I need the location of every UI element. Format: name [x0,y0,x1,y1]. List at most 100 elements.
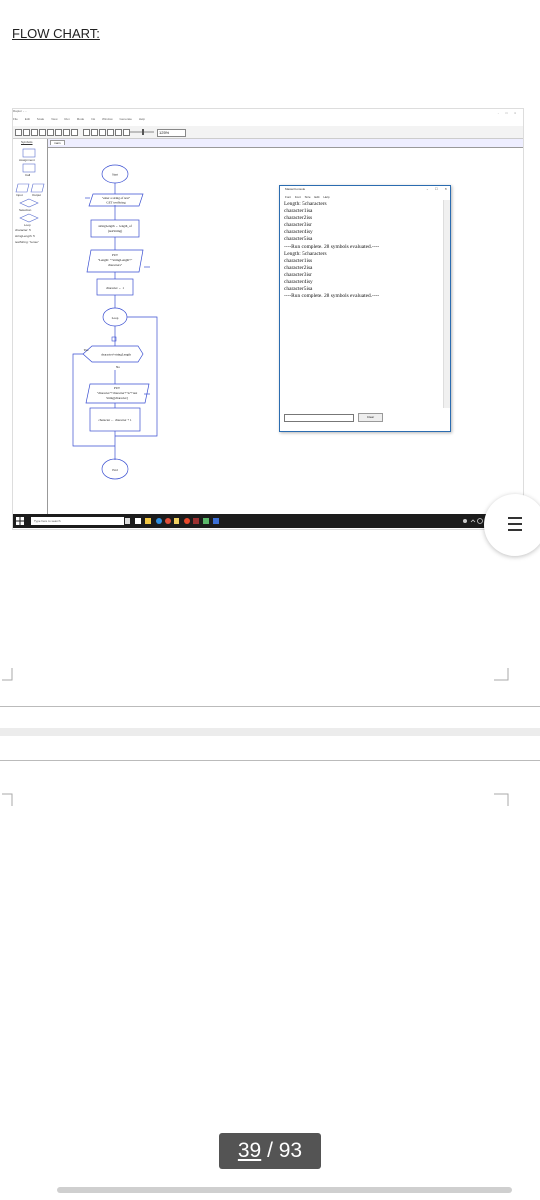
console-minimize-button[interactable]: - [427,186,428,191]
console-line: character2iss [284,215,313,222]
output-length-line1: PUT [112,253,118,257]
loop-label: Loop [112,316,119,320]
assign-increment-label: character ← character + 1 [98,418,132,422]
microphone-icon[interactable] [125,518,130,524]
console-line: character5isa [284,286,313,293]
hamburger-icon [508,529,522,531]
selection-symbol[interactable] [19,198,39,208]
crop-mark [2,793,13,806]
pause-icon[interactable] [91,129,98,136]
run-icon[interactable] [83,129,90,136]
console-line: Length: 5characters [284,250,327,257]
output-length-line2: "Length: "+stringLength+" [98,258,133,262]
taskbar-search-input[interactable]: Type here to search [31,517,124,525]
console-line: ----Run complete. 28 symbols evaluated.-… [284,293,380,300]
palette-call-label: Call [25,173,31,177]
raptor-titlebar: Raptor - ... - □ × [13,109,523,117]
menu-run[interactable]: Run [64,117,70,121]
word-icon[interactable] [213,518,219,524]
symbols-label: Symbols [21,140,33,144]
network-icon[interactable] [477,518,483,524]
crop-mark [494,668,509,681]
console-menu[interactable]: Font Font Size Edit Help [285,195,330,199]
menu-edit[interactable]: Edit [25,117,30,121]
page-indicator[interactable]: 39 / 93 [219,1133,321,1169]
raptor-app-icon[interactable] [174,518,179,524]
crop-mark [2,668,13,681]
hamburger-icon [508,523,522,525]
loop-symbol[interactable] [19,213,39,223]
raptor-title: Raptor - ... [13,109,28,113]
app-icon[interactable] [193,518,199,524]
tab-main[interactable]: main [50,140,65,145]
menu-button[interactable] [484,494,540,556]
input-symbol[interactable] [15,183,30,193]
console-close-button[interactable]: × [445,186,447,191]
menu-mode[interactable]: Mode [77,117,85,121]
page-divider [0,760,540,761]
output-character-line3: String[character] [106,396,128,400]
console-line: character4isy [284,279,313,286]
new-icon[interactable] [15,129,22,136]
call-symbol[interactable] [22,163,36,173]
raptor-window-controls[interactable]: - □ × [498,111,519,115]
edge-icon[interactable] [156,518,162,524]
start-label: Start [112,173,118,177]
raptor-tabs: main [47,139,523,148]
windows-start-icon[interactable] [16,517,24,525]
variable-teststring: testString: "tense" [15,240,39,244]
chevron-up-icon[interactable] [470,519,476,523]
console-line: character1iss [284,257,313,264]
app-icon[interactable] [203,518,209,524]
chrome-icon[interactable] [165,518,171,524]
scroll-progress-bar[interactable] [57,1187,512,1193]
menu-file[interactable]: File [13,117,18,121]
menu-scale[interactable]: Scale [37,117,45,121]
print-icon[interactable] [63,129,70,136]
menu-generate[interactable]: Generate [119,117,132,121]
console-line: character3isr [284,271,312,278]
console-line: ----Run complete. 28 symbols evaluated.-… [284,243,380,250]
page-crop-marks [2,668,509,806]
open-icon[interactable] [23,129,30,136]
page-divider [0,706,540,707]
cut-icon[interactable] [39,129,46,136]
reset-icon[interactable] [115,129,122,136]
console-clear-button[interactable]: Clear [358,413,383,422]
assign-length-line2: (testString) [108,229,122,233]
master-console-window: MasterConsole - □ × Font Font Size Edit … [279,185,451,432]
console-output: Length: 5characters character1isa charac… [284,201,434,300]
console-window-controls: - □ × [427,186,447,191]
step-icon[interactable] [107,129,114,136]
console-scrollbar[interactable] [443,200,450,408]
console-line: Length: 5characters [284,201,327,207]
output-length-line3: characters" [108,263,123,267]
assign-length-line1: stringLength ← length_of [98,224,132,228]
copy-icon[interactable] [47,129,54,136]
hamburger-icon [508,517,522,519]
menu-window[interactable]: Window [102,117,113,121]
menu-view[interactable]: View [51,117,57,121]
console-maximize-button[interactable]: □ [435,186,437,191]
input-prompt: "enter a string of text" [102,196,131,200]
paste-icon[interactable] [55,129,62,136]
people-icon[interactable] [463,519,467,523]
stop-icon[interactable] [99,129,106,136]
assignment-symbol[interactable] [22,148,36,158]
save-icon[interactable] [31,129,38,136]
menu-ink[interactable]: Ink [91,117,95,121]
file-explorer-icon[interactable] [145,518,151,524]
symbols-panel: Symbols Assignment Call Input Output Sel… [13,139,48,514]
opera-icon[interactable] [184,518,190,524]
palette-input-label: Input [16,193,23,197]
task-view-icon[interactable] [135,518,141,524]
output-symbol[interactable] [30,183,45,193]
menu-help[interactable]: Help [139,117,145,121]
zoom-select[interactable]: 125% [157,129,186,137]
raptor-toolbar: 125% [13,126,523,139]
console-title: MasterConsole [285,187,306,191]
console-input[interactable] [284,414,354,422]
speed-slider[interactable] [129,128,155,136]
input-variable: GET testString [106,201,126,205]
undo-icon[interactable] [71,129,78,136]
